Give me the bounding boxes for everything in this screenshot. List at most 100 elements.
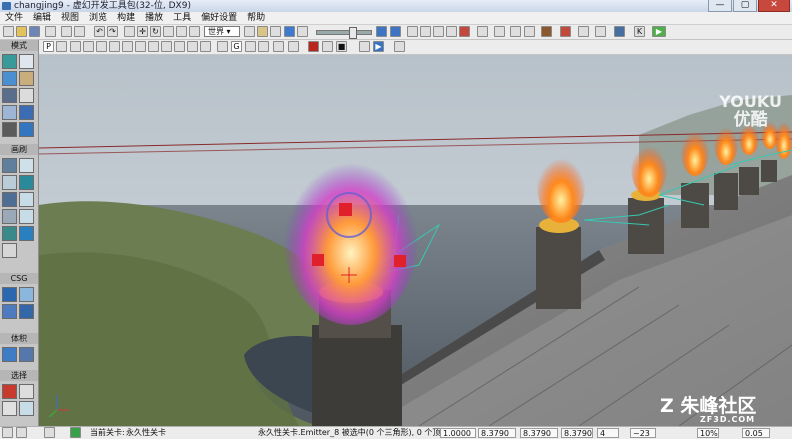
mobile-icon[interactable] — [595, 26, 606, 37]
cut-icon[interactable] — [61, 26, 72, 37]
select-show-icon[interactable] — [2, 384, 17, 399]
static-mesh-icon[interactable] — [19, 105, 34, 120]
brush-cylinder-icon[interactable] — [19, 175, 34, 190]
coverage-icon[interactable] — [2, 122, 17, 137]
build-paths-icon[interactable] — [433, 26, 444, 37]
camera-icon[interactable] — [189, 26, 200, 37]
brush-curved-stair-icon[interactable] — [2, 175, 17, 190]
camera-lock-icon[interactable] — [288, 41, 299, 52]
volume-list-icon[interactable] — [19, 347, 34, 362]
lighting-toggle-icon[interactable] — [359, 41, 370, 52]
reflections-icon[interactable] — [200, 41, 211, 52]
brush-sphere-icon[interactable] — [2, 226, 17, 241]
brush-builder-icon[interactable] — [2, 243, 17, 258]
status-icon-1[interactable] — [2, 427, 13, 438]
brush-volumetric-icon[interactable] — [19, 209, 34, 224]
status-icon-3[interactable] — [44, 427, 55, 438]
slider-knob[interactable] — [349, 27, 357, 39]
redo-icon[interactable]: ↷ — [107, 26, 118, 37]
build-all-icon[interactable] — [459, 26, 470, 37]
show-flags-icon[interactable] — [245, 41, 256, 52]
build-geometry-icon[interactable] — [407, 26, 418, 37]
build-cover-icon[interactable] — [446, 26, 457, 37]
menu-edit[interactable]: 编辑 — [28, 12, 56, 24]
grid-snap-icon[interactable] — [270, 26, 281, 37]
camera-speed-slider[interactable] — [316, 27, 372, 39]
y-coord-field[interactable]: 8.3790 — [520, 428, 558, 438]
sound-icon[interactable] — [19, 122, 34, 137]
mesh-paint-icon[interactable] — [2, 88, 17, 103]
matinee-icon[interactable] — [297, 26, 308, 37]
menu-preferences[interactable]: 偏好设置 — [196, 12, 242, 24]
perspective-p-icon[interactable]: P — [43, 41, 54, 52]
menu-browse[interactable]: 浏览 — [84, 12, 112, 24]
save-all-icon[interactable] — [45, 26, 56, 37]
csg-intersect-icon[interactable] — [2, 304, 17, 319]
browser-icon-d[interactable] — [524, 26, 535, 37]
light-complexity-icon[interactable] — [135, 41, 146, 52]
play-in-viewport-icon[interactable]: ▶ — [373, 41, 384, 52]
open-folder-icon[interactable] — [16, 26, 27, 37]
browser-icon-b[interactable] — [494, 26, 505, 37]
unlit-icon[interactable] — [83, 41, 94, 52]
terrain-mode-icon[interactable] — [2, 71, 17, 86]
landscape-mode-icon[interactable] — [2, 105, 17, 120]
drag-scale-field[interactable]: 1.0000 — [440, 428, 476, 438]
scale-mode-icon[interactable] — [163, 26, 174, 37]
close-button[interactable]: ✕ — [758, 0, 790, 12]
kismet-k-icon[interactable]: K — [634, 26, 645, 37]
monitor-icon[interactable] — [614, 26, 625, 37]
movie-icon[interactable] — [273, 41, 284, 52]
search-icon[interactable] — [124, 26, 135, 37]
geometry-mode-icon[interactable] — [19, 54, 34, 69]
brush-sheet-icon[interactable] — [19, 192, 34, 207]
shader-complexity-icon[interactable] — [161, 41, 172, 52]
build-lighting-icon[interactable] — [420, 26, 431, 37]
menu-help[interactable]: 帮助 — [242, 12, 270, 24]
game-view-icon[interactable] — [217, 41, 228, 52]
csg-add-icon[interactable] — [2, 287, 17, 302]
translate-mode-icon[interactable]: ✛ — [137, 26, 148, 37]
coordinate-system-select[interactable]: 世界 ▾ — [204, 26, 240, 37]
scale-nonuniform-icon[interactable] — [176, 26, 187, 37]
perspective-viewport[interactable]: YOUKU 优酷 — [39, 55, 792, 426]
menu-build[interactable]: 构建 — [112, 12, 140, 24]
view-options-icon[interactable] — [258, 41, 269, 52]
select-invert-icon[interactable] — [2, 401, 17, 416]
rotate-mode-icon[interactable]: ↻ — [150, 26, 161, 37]
realtime-preview-icon[interactable] — [308, 41, 319, 52]
binoculars-icon[interactable] — [244, 26, 255, 37]
brush-linear-stair-icon[interactable] — [2, 192, 17, 207]
console-icon[interactable] — [578, 26, 589, 37]
csg-subtract-icon[interactable] — [19, 287, 34, 302]
game-g-icon[interactable]: G — [231, 41, 242, 52]
lighting-only-icon[interactable] — [122, 41, 133, 52]
play-icon[interactable]: ▶ — [652, 26, 666, 37]
realtime-icon[interactable] — [376, 26, 387, 37]
minimize-button[interactable]: — — [708, 0, 732, 12]
brush-cone-icon[interactable] — [19, 158, 34, 173]
add-volume-icon[interactable] — [2, 347, 17, 362]
csg-deintersect-icon[interactable] — [19, 304, 34, 319]
menu-view[interactable]: 视图 — [56, 12, 84, 24]
status-icon-2[interactable] — [16, 427, 27, 438]
lighting-channel-icon[interactable] — [187, 41, 198, 52]
save-icon[interactable] — [29, 26, 40, 37]
z-coord-field[interactable]: 8.3790 — [561, 428, 593, 438]
menu-tools[interactable]: 工具 — [168, 12, 196, 24]
maximize-button[interactable]: ▢ — [733, 0, 757, 12]
brush-spiral-stair-icon[interactable] — [2, 209, 17, 224]
texture-mode-icon[interactable] — [19, 71, 34, 86]
camera-mode-icon[interactable] — [2, 54, 17, 69]
select-hide-icon[interactable] — [19, 384, 34, 399]
menu-play[interactable]: 播放 — [140, 12, 168, 24]
brush-wire-icon[interactable] — [70, 41, 81, 52]
stop-icon[interactable]: ■ — [336, 41, 347, 52]
rotation-snap-field[interactable]: ~23 — [630, 428, 656, 438]
select-all-icon[interactable] — [19, 401, 34, 416]
content-browser-icon[interactable] — [257, 26, 268, 37]
film-icon[interactable] — [322, 41, 333, 52]
detail-lighting-icon[interactable] — [109, 41, 120, 52]
lightmap-density-icon[interactable] — [174, 41, 185, 52]
wireframe-icon[interactable] — [56, 41, 67, 52]
